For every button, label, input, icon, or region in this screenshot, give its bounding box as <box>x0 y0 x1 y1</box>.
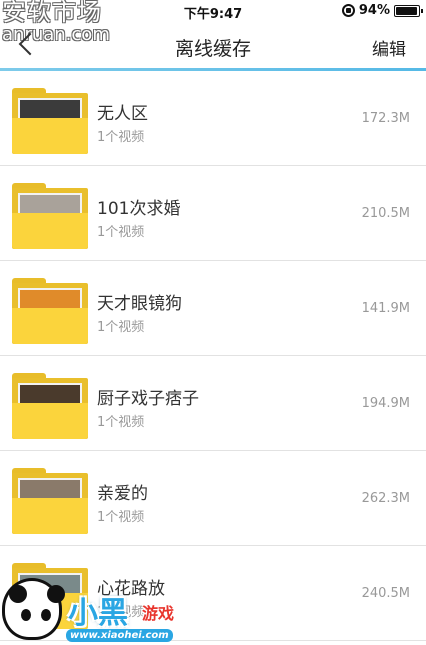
list-item[interactable]: 无人区 1个视频 172.3M <box>0 71 426 166</box>
folder-icon <box>12 468 88 534</box>
folder-icon <box>12 88 88 154</box>
panda-mascot-icon <box>2 578 65 640</box>
orientation-lock-icon <box>341 4 355 17</box>
page-title: 离线缓存 <box>174 38 251 60</box>
item-video-count: 1个视频 <box>97 320 145 335</box>
nav-bar: 离线缓存 编辑 <box>0 22 426 71</box>
cache-list: 无人区 1个视频 172.3M 101次求婚 1个视频 210.5M 天才眼镜狗… <box>0 71 426 641</box>
item-size: 240.5M <box>361 586 410 601</box>
item-video-count: 1个视频 <box>97 510 145 525</box>
item-name: 101次求婚 <box>97 199 181 219</box>
list-item[interactable]: 厨子戏子痞子 1个视频 194.9M <box>0 356 426 451</box>
folder-icon <box>12 278 88 344</box>
logo-url: www.xiaohei.com <box>66 629 173 642</box>
item-name: 厨子戏子痞子 <box>97 389 199 409</box>
logo-text-sub: 游戏 <box>142 604 175 623</box>
watermark-cn: 安软市场 <box>2 0 102 26</box>
status-right: 94% <box>341 3 423 18</box>
item-name: 亲爱的 <box>97 484 148 504</box>
item-size: 210.5M <box>361 206 410 221</box>
item-video-count: 1个视频 <box>97 415 145 430</box>
item-size: 172.3M <box>361 111 410 126</box>
list-item[interactable]: 101次求婚 1个视频 210.5M <box>0 166 426 261</box>
list-item[interactable]: 天才眼镜狗 1个视频 141.9M <box>0 261 426 356</box>
item-size: 141.9M <box>361 301 410 316</box>
list-item[interactable]: 亲爱的 1个视频 262.3M <box>0 451 426 546</box>
xiaohei-logo-watermark: 小黑 游戏 www.xiaohei.com <box>0 570 200 645</box>
item-size: 194.9M <box>361 396 410 411</box>
item-video-count: 1个视频 <box>97 225 145 240</box>
edit-button[interactable]: 编辑 <box>372 35 406 60</box>
battery-icon <box>394 4 423 17</box>
folder-icon <box>12 183 88 249</box>
item-video-count: 1个视频 <box>97 130 145 145</box>
battery-percent: 94% <box>358 3 390 18</box>
folder-icon <box>12 373 88 439</box>
logo-text-main: 小黑 <box>68 596 128 631</box>
item-name: 无人区 <box>97 104 148 124</box>
item-size: 262.3M <box>361 491 410 506</box>
item-name: 天才眼镜狗 <box>97 294 182 314</box>
